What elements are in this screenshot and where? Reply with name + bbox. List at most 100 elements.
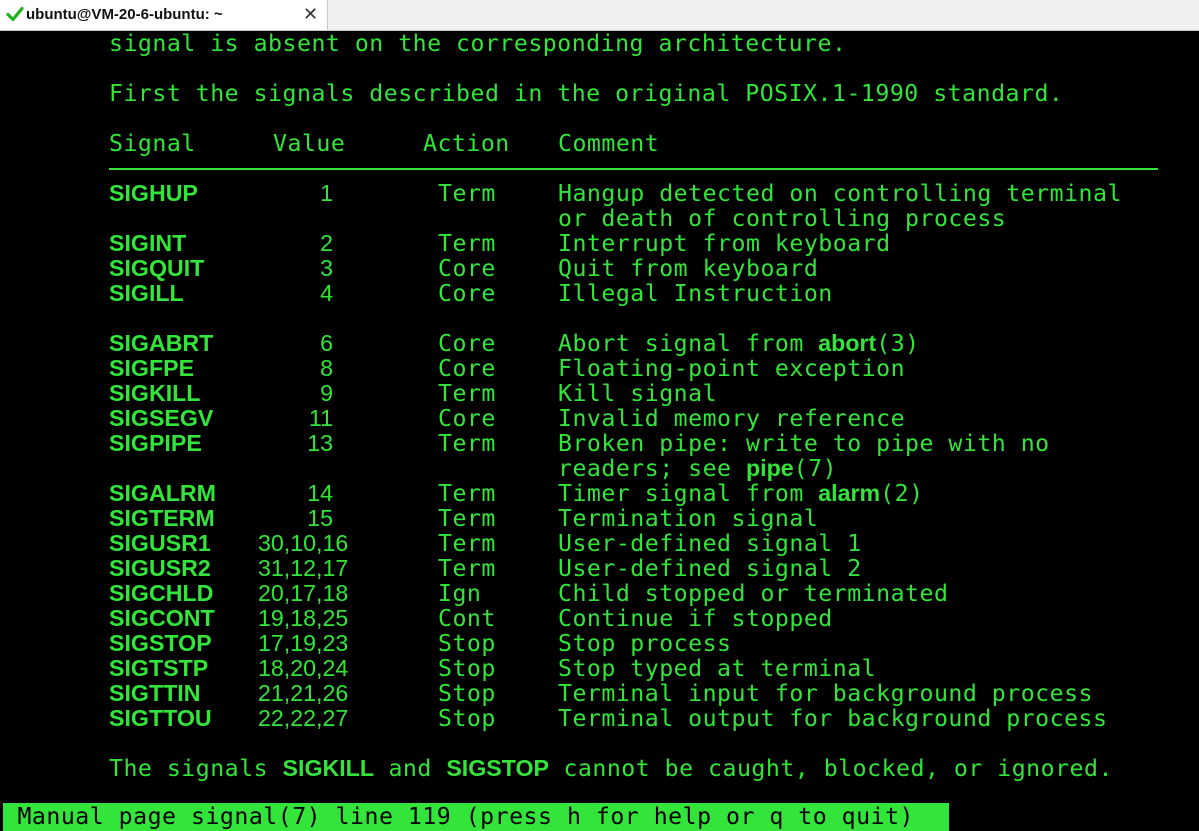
signal-name: SIGILL	[109, 280, 184, 306]
comment-manref: pipe	[745, 455, 794, 481]
footer-sigkill: SIGKILL	[282, 755, 374, 781]
signal-name: SIGALRM	[109, 480, 216, 506]
header-action: Action	[423, 130, 510, 157]
signal-comment: Kill signal	[558, 380, 718, 407]
footer-sigstop: SIGSTOP	[446, 755, 549, 781]
close-tab-icon[interactable]: ✕	[303, 4, 318, 25]
signal-name: SIGTERM	[109, 505, 215, 531]
signal-value: 30,10,16	[258, 530, 349, 556]
signal-value: 15	[307, 505, 333, 531]
signal-comment: Termination signal	[558, 505, 819, 532]
terminal-screen[interactable]: signal is absent on the corresponding ar…	[0, 31, 1199, 831]
signal-comment-continued: readers; see pipe(7)	[558, 455, 838, 482]
signal-value: 21,21,26	[258, 680, 349, 706]
signal-comment: Invalid memory reference	[558, 405, 906, 432]
signal-action: Term	[438, 555, 496, 582]
footer-mid: and	[374, 755, 447, 782]
signal-action: Stop	[438, 705, 496, 732]
signal-action: Core	[438, 280, 496, 307]
comment-section: (2)	[880, 480, 924, 507]
signal-comment: Abort signal from abort(3)	[558, 330, 920, 357]
signal-action: Stop	[438, 680, 496, 707]
pager-status-bar: Manual page signal(7) line 119 (press h …	[3, 803, 949, 831]
signal-name: SIGSTOP	[109, 630, 212, 656]
signal-name: SIGTSTP	[109, 655, 209, 681]
signal-comment: Child stopped or terminated	[558, 580, 949, 607]
signal-comment: Hangup detected on controlling terminal	[558, 180, 1122, 207]
connected-check-icon	[6, 6, 24, 22]
signal-name: SIGQUIT	[109, 255, 205, 281]
signal-value: 6	[320, 330, 333, 356]
comment-text: Timer signal from	[558, 480, 819, 507]
comment-section: (7)	[793, 455, 838, 482]
tab-title: ubuntu@VM-20-6-ubuntu: ~	[26, 6, 223, 23]
signal-name: SIGHUP	[109, 180, 198, 206]
signal-comment: Stop process	[558, 630, 732, 657]
signal-name: SIGINT	[109, 230, 187, 256]
signal-action: Cont	[438, 605, 496, 632]
signal-comment: Terminal output for background process	[558, 705, 1108, 732]
signal-name: SIGCHLD	[109, 580, 214, 606]
signal-action: Stop	[438, 655, 496, 682]
terminal-tab[interactable]: ubuntu@VM-20-6-ubuntu: ~ ✕	[0, 0, 328, 30]
signal-comment: Broken pipe: write to pipe with no	[558, 430, 1050, 457]
signal-comment: User-defined signal 2	[558, 555, 862, 582]
signal-comment: Floating-point exception	[558, 355, 906, 382]
signal-action: Term	[438, 380, 496, 407]
header-value: Value	[273, 130, 346, 157]
signal-name: SIGTTIN	[109, 680, 201, 706]
signal-name: SIGTTOU	[109, 705, 212, 731]
intro-standard-line: First the signals described in the origi…	[109, 80, 1064, 107]
signal-name: SIGABRT	[109, 330, 214, 356]
comment-manref: alarm	[818, 480, 881, 506]
signal-value: 1	[320, 180, 333, 206]
signal-action: Term	[438, 180, 496, 207]
signal-value: 3	[320, 255, 333, 281]
tab-bar: ubuntu@VM-20-6-ubuntu: ~ ✕	[0, 0, 1199, 31]
header-signal: Signal	[109, 130, 196, 157]
signal-value: 19,18,25	[258, 605, 349, 631]
signal-name: SIGKILL	[109, 380, 201, 406]
signal-name: SIGUSR2	[109, 555, 211, 581]
signal-comment: User-defined signal 1	[558, 530, 862, 557]
signal-action: Term	[438, 230, 496, 257]
signal-action: Term	[438, 505, 496, 532]
intro-line: signal is absent on the corresponding ar…	[109, 30, 847, 57]
signal-name: SIGUSR1	[109, 530, 211, 556]
signal-name: SIGPIPE	[109, 430, 202, 456]
signal-name: SIGFPE	[109, 355, 195, 381]
signal-comment: Continue if stopped	[558, 605, 833, 632]
comment-text: Abort signal from	[558, 330, 819, 357]
signal-value: 18,20,24	[258, 655, 349, 681]
footer-note: The signals SIGKILL and SIGSTOP cannot b…	[109, 755, 1113, 782]
signal-comment: Quit from keyboard	[558, 255, 819, 282]
signal-name: SIGSEGV	[109, 405, 214, 431]
signal-comment: Stop typed at terminal	[558, 655, 877, 682]
signal-comment: Timer signal from alarm(2)	[558, 480, 924, 507]
signal-value: 17,19,23	[258, 630, 349, 656]
signal-action: Term	[438, 430, 496, 457]
signal-action: Core	[438, 330, 496, 357]
signal-value: 20,17,18	[258, 580, 349, 606]
signal-name: SIGCONT	[109, 605, 215, 631]
comment-section: (3)	[876, 330, 920, 357]
signal-comment: Interrupt from keyboard	[558, 230, 891, 257]
signal-value: 8	[320, 355, 333, 381]
signal-comment: Terminal input for background process	[558, 680, 1094, 707]
signal-value: 2	[320, 230, 333, 256]
signal-value: 22,22,27	[258, 705, 349, 731]
signal-action: Stop	[438, 630, 496, 657]
signal-value: 11	[308, 405, 333, 431]
signal-action: Core	[438, 355, 496, 382]
signal-action: Term	[438, 530, 496, 557]
signal-action: Ign	[438, 580, 482, 607]
signal-value: 9	[320, 380, 333, 406]
signal-action: Core	[438, 255, 496, 282]
signal-comment-continued: or death of controlling process	[558, 205, 1007, 232]
signal-action: Term	[438, 480, 496, 507]
comment-manref: abort	[818, 330, 877, 356]
signal-value: 4	[320, 280, 333, 306]
footer-post: cannot be caught, blocked, or ignored.	[548, 755, 1113, 782]
table-header-rule	[109, 168, 1158, 170]
signal-value: 13	[307, 430, 333, 456]
